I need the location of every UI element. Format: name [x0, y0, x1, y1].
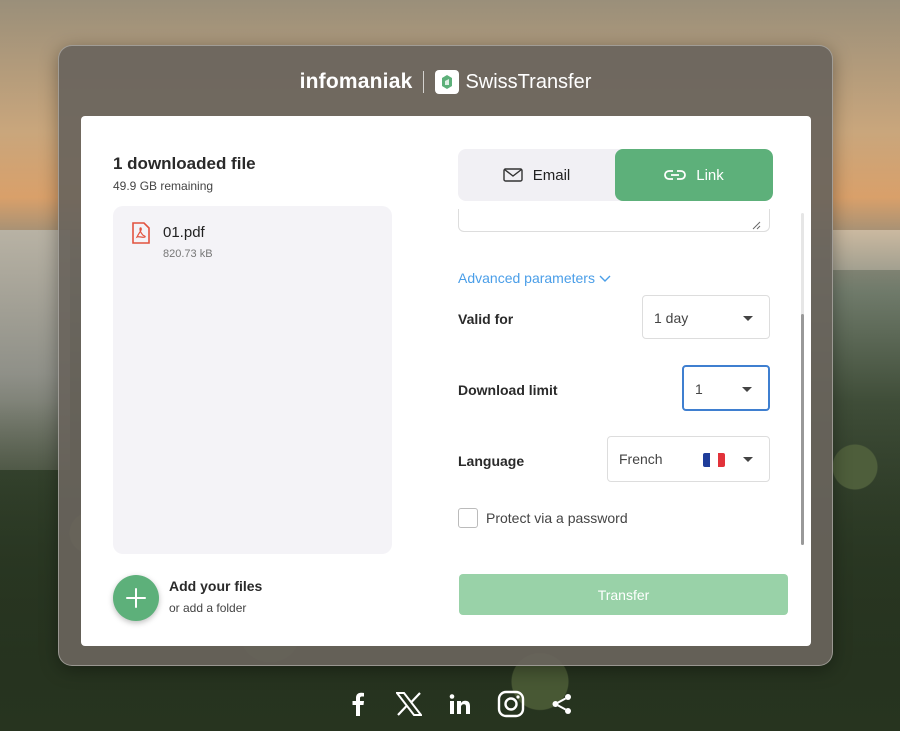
facebook-icon[interactable]	[343, 689, 373, 719]
add-files-button[interactable]	[113, 575, 159, 621]
advanced-parameters-toggle[interactable]: Advanced parameters	[458, 270, 611, 286]
add-folder-link[interactable]: or add a folder	[169, 601, 246, 615]
valid-for-select[interactable]: 1 day	[642, 295, 770, 339]
caret-down-icon	[743, 316, 753, 321]
language-label: Language	[458, 453, 525, 469]
linkedin-icon[interactable]	[445, 689, 475, 719]
social-links	[343, 688, 577, 720]
download-limit-value: 1	[695, 381, 703, 397]
tab-email[interactable]: Email	[458, 149, 615, 201]
options-scrollbar-thumb[interactable]	[801, 314, 804, 545]
valid-for-value: 1 day	[654, 310, 689, 326]
file-list: 01.pdf 820.73 kB	[113, 206, 392, 554]
brand-divider	[423, 71, 425, 93]
files-title: 1 downloaded file	[113, 154, 256, 173]
transfer-button[interactable]: Transfer	[459, 574, 788, 615]
file-name: 01.pdf	[163, 224, 205, 241]
x-icon[interactable]	[394, 689, 424, 719]
swisstransfer-wordmark: SwissTransfer	[465, 70, 592, 93]
chevron-down-icon	[599, 270, 611, 286]
link-icon	[664, 169, 687, 181]
language-select[interactable]: French	[607, 436, 770, 482]
tab-link[interactable]: Link	[615, 149, 773, 201]
caret-down-icon	[742, 387, 752, 392]
infomaniak-logo: infomaniak	[299, 70, 413, 93]
file-size: 820.73 kB	[163, 248, 213, 260]
tab-link-label: Link	[696, 166, 724, 184]
tab-email-label: Email	[532, 166, 571, 184]
download-limit-label: Download limit	[458, 382, 558, 398]
password-protect-row: Protect via a password	[458, 508, 628, 528]
transfer-panel: infomaniak SwissTransfer 1 downloaded fi…	[58, 45, 833, 666]
share-icon[interactable]	[547, 689, 577, 719]
background-sea-right	[830, 230, 900, 270]
upload-card: 1 downloaded file 49.9 GB remaining 01.p…	[81, 116, 811, 646]
france-flag-icon	[703, 453, 725, 467]
pdf-icon	[131, 222, 151, 244]
resize-handle-icon[interactable]	[752, 217, 761, 230]
message-textarea[interactable]	[458, 209, 770, 232]
valid-for-label: Valid for	[458, 311, 514, 327]
download-limit-select[interactable]: 1	[682, 365, 770, 411]
transfer-type-tabs: Email Link	[458, 149, 773, 201]
add-files-label[interactable]: Add your files	[169, 578, 262, 594]
password-checkbox-label[interactable]: Protect via a password	[486, 510, 628, 526]
list-item[interactable]: 01.pdf 820.73 kB	[131, 222, 371, 266]
storage-remaining: 49.9 GB remaining	[113, 179, 214, 193]
advanced-parameters-label: Advanced parameters	[458, 270, 595, 286]
password-checkbox[interactable]	[458, 508, 478, 528]
brand-header: infomaniak SwissTransfer	[59, 68, 832, 96]
language-value: French	[619, 451, 663, 467]
caret-down-icon	[743, 457, 753, 462]
mail-icon	[503, 168, 523, 182]
swisstransfer-logo-icon	[435, 70, 460, 94]
instagram-icon[interactable]	[496, 689, 526, 719]
